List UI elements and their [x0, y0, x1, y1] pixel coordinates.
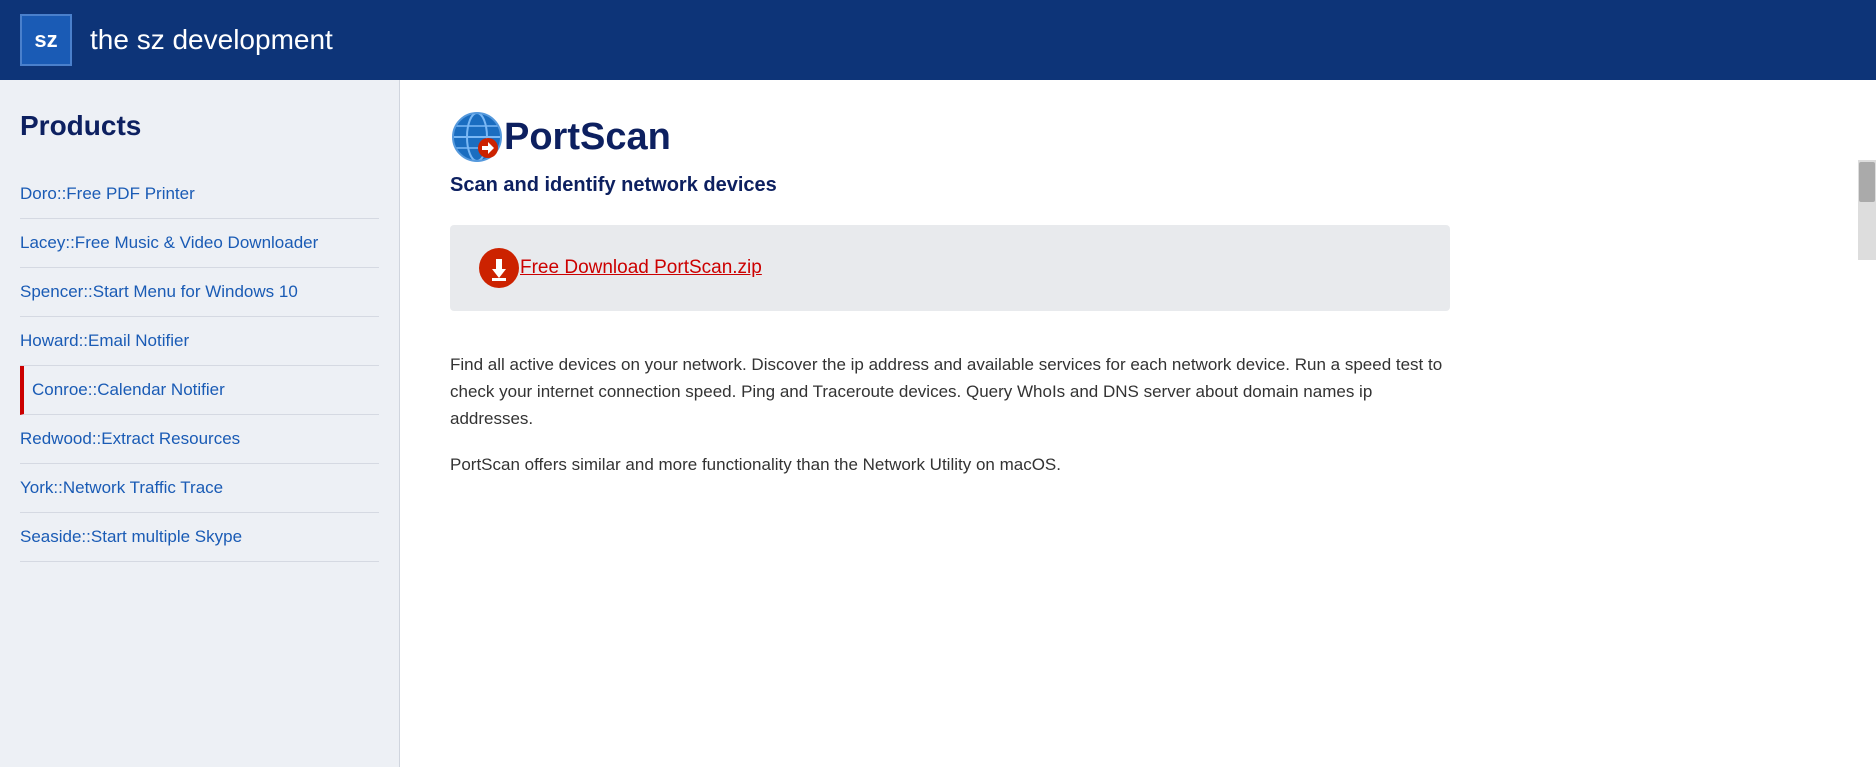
product-icon — [450, 110, 504, 164]
download-icon — [478, 247, 520, 289]
scroll-thumb[interactable] — [1859, 162, 1875, 202]
site-title: the sz development — [90, 24, 333, 56]
sidebar-item-spencer[interactable]: Spencer::Start Menu for Windows 10 — [20, 268, 379, 317]
description-paragraph-2: PortScan offers similar and more functio… — [450, 451, 1450, 478]
sidebar-item-seaside[interactable]: Seaside::Start multiple Skype — [20, 513, 379, 562]
product-header: PortScan — [450, 110, 1826, 164]
sidebar-heading: Products — [20, 110, 379, 142]
product-title: PortScan — [504, 116, 671, 159]
sidebar-item-redwood[interactable]: Redwood::Extract Resources — [20, 415, 379, 464]
download-box: Free Download PortScan.zip — [450, 225, 1450, 311]
sidebar-item-howard[interactable]: Howard::Email Notifier — [20, 317, 379, 366]
sidebar-item-conroe[interactable]: Conroe::Calendar Notifier — [20, 366, 379, 415]
download-link[interactable]: Free Download PortScan.zip — [520, 257, 762, 279]
product-description: Find all active devices on your network.… — [450, 351, 1450, 478]
product-subtitle: Scan and identify network devices — [450, 174, 1826, 197]
main-content: PortScan Scan and identify network devic… — [400, 80, 1876, 767]
sidebar-item-lacey[interactable]: Lacey::Free Music & Video Downloader — [20, 219, 379, 268]
sidebar-item-york[interactable]: York::Network Traffic Trace — [20, 464, 379, 513]
scrollbar[interactable] — [1858, 160, 1876, 260]
sidebar-item-doro[interactable]: Doro::Free PDF Printer — [20, 170, 379, 219]
description-paragraph-1: Find all active devices on your network.… — [450, 351, 1450, 433]
site-header: sz the sz development — [0, 0, 1876, 80]
sidebar: Products Doro::Free PDF Printer Lacey::F… — [0, 80, 400, 767]
site-logo: sz — [20, 14, 72, 66]
main-layout: Products Doro::Free PDF Printer Lacey::F… — [0, 80, 1876, 767]
